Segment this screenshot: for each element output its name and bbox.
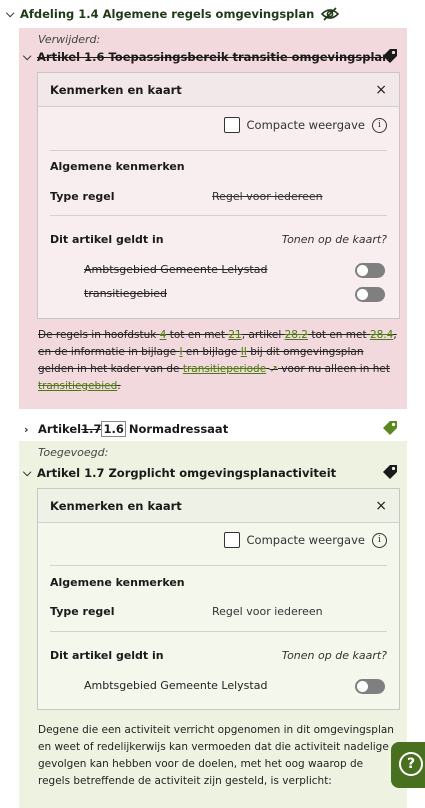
applies-label: Dit artikel geldt in	[50, 649, 164, 662]
card-header: Kenmerken en kaart ×	[38, 73, 399, 107]
link-artikel-28-4[interactable]: 28.4	[370, 329, 393, 341]
map-label: Tonen op de kaart?	[281, 649, 387, 662]
chevron-down-icon: ⌵	[6, 7, 15, 20]
compact-view-toggle[interactable]: Compacte weergave i	[223, 117, 387, 133]
chevron-right-icon: ›	[24, 422, 29, 436]
kenmerken-card-removed: Kenmerken en kaart × Compacte weergave i…	[37, 72, 400, 319]
collapsed-article-header[interactable]: › Artikel 1.7 1.6 Normadressaat	[24, 420, 228, 438]
map-toggle[interactable]	[355, 287, 385, 302]
body-text: en bijlage	[182, 346, 241, 358]
divider	[50, 565, 387, 566]
body-text: tot en met	[308, 329, 370, 341]
close-icon[interactable]: ×	[375, 82, 387, 98]
divider	[50, 215, 387, 216]
compact-label: Compacte weergave	[246, 533, 366, 547]
card-header: Kenmerken en kaart ×	[38, 489, 399, 523]
type-regel-label: Type regel	[50, 605, 115, 618]
close-icon[interactable]: ×	[375, 498, 387, 514]
new-article-number: 1.6	[101, 421, 126, 437]
body-text: De regels in hoofdstuk	[38, 329, 160, 341]
map-toggle[interactable]	[355, 263, 385, 278]
removed-article-title: Artikel 1.6 Toepassingsbereik transitie …	[37, 50, 391, 64]
old-article-number: 1.7	[81, 422, 102, 436]
body-text: voor nu alleen in het	[277, 363, 390, 375]
map-toggle[interactable]	[355, 679, 385, 694]
afdeling-header[interactable]: ⌵ Afdeling 1.4 Algemene regels omgevings…	[6, 4, 340, 24]
location-label: Ambtsgebied Gemeente Lelystad	[84, 263, 268, 276]
tag-icon	[383, 421, 397, 435]
tag-icon	[383, 465, 397, 479]
type-regel-label: Type regel	[50, 190, 115, 203]
added-article-header[interactable]: ⌵ Artikel 1.7 Zorgplicht omgevingsplanac…	[23, 464, 336, 482]
body-text: .	[117, 380, 121, 392]
section-title: Algemene kenmerken	[50, 160, 185, 173]
added-article-body: Degene die een activiteit verricht opgen…	[38, 724, 394, 787]
card-title: Kenmerken en kaart	[50, 82, 182, 97]
added-article-panel: Toegevoegd: ⌵ Artikel 1.7 Zorgplicht omg…	[19, 441, 407, 808]
body-text: tot en met	[166, 329, 229, 341]
compact-view-toggle[interactable]: Compacte weergave i	[223, 532, 387, 548]
added-article-title: Artikel 1.7 Zorgplicht omgevingsplanacti…	[37, 466, 337, 480]
removed-status-label: Verwijderd:	[38, 33, 101, 46]
removed-article-panel: Verwijderd: ⌵ Artikel 1.6 Toepassingsber…	[19, 28, 407, 409]
divider	[50, 150, 387, 151]
type-regel-value: Regel voor iedereen	[212, 605, 323, 618]
card-title: Kenmerken en kaart	[50, 498, 182, 513]
afdeling-title: Afdeling 1.4 Algemene regels omgevingspl…	[20, 7, 315, 21]
help-button[interactable]: ?	[391, 742, 425, 788]
chevron-down-icon: ⌵	[23, 50, 32, 63]
removed-article-header[interactable]: ⌵ Artikel 1.6 Toepassingsbereik transiti…	[23, 48, 390, 66]
added-status-label: Toegevoegd:	[38, 446, 109, 459]
location-label: transitiegebied	[84, 287, 168, 300]
info-icon[interactable]: i	[372, 532, 387, 548]
help-icon: ?	[399, 752, 423, 776]
type-regel-value: Regel voor iedereen	[212, 190, 323, 203]
link-hoofdstuk-21[interactable]: 21	[228, 329, 241, 341]
tag-icon	[383, 49, 397, 63]
compact-checkbox[interactable]	[223, 532, 240, 548]
link-transitiegebied[interactable]: transitiegebied	[38, 380, 117, 392]
link-artikel-28-2[interactable]: 28.2	[285, 329, 308, 341]
applies-label: Dit artikel geldt in	[50, 233, 164, 246]
compact-label: Compacte weergave	[246, 118, 366, 132]
section-title: Algemene kenmerken	[50, 576, 185, 589]
eye-slash-icon[interactable]	[320, 7, 340, 21]
link-transitieperiode[interactable]: transitieperiode	[183, 363, 266, 375]
map-label: Tonen op de kaart?	[281, 233, 387, 246]
chevron-down-icon: ⌵	[23, 466, 32, 479]
external-link-icon: ↗	[269, 364, 278, 375]
removed-article-body: De regels in hoofdstuk 4 tot en met 21, …	[38, 327, 398, 395]
compact-checkbox[interactable]	[223, 117, 240, 133]
article-name: Normadressaat	[128, 422, 229, 436]
location-label: Ambtsgebied Gemeente Lelystad	[84, 679, 268, 692]
divider	[50, 631, 387, 632]
kenmerken-card-added: Kenmerken en kaart × Compacte weergave i…	[37, 488, 400, 710]
body-text: , artikel	[241, 329, 285, 341]
info-icon[interactable]: i	[372, 117, 387, 133]
article-prefix: Artikel	[38, 422, 82, 436]
